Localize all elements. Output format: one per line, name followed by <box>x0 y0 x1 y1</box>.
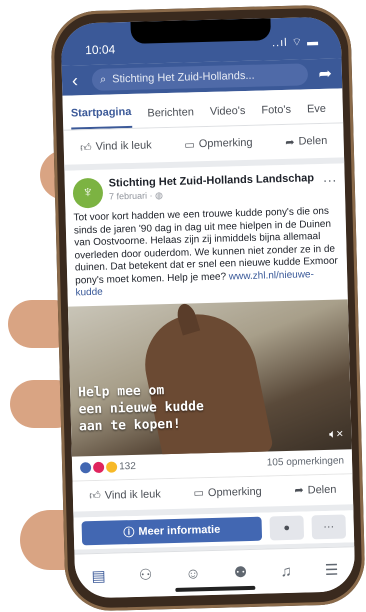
post-like-label: Vind ik leuk <box>104 487 161 502</box>
overlay-line-2: een nieuwe kudde <box>78 398 204 417</box>
search-icon: ⌕ <box>99 73 107 86</box>
avatar[interactable]: ♆ <box>72 177 104 209</box>
video-overlay-text: Help mee om een nieuwe kudde aan te kope… <box>78 381 205 435</box>
love-reaction-icon <box>92 461 105 474</box>
menu-icon[interactable]: ☰ <box>325 561 339 579</box>
post-meta: Stichting Het Zuid-Hollands Landschap 7 … <box>109 172 324 203</box>
messenger-button[interactable]: ● <box>269 515 305 540</box>
share-button[interactable]: ➦ Delen <box>285 134 328 149</box>
post-share-button[interactable]: ➦ Delen <box>294 483 336 497</box>
bottom-navigation: ▤ ⚇ ☺ ⚉ ♫ ☰ <box>74 546 356 599</box>
post-video[interactable]: Help mee om een nieuwe kudde aan te kope… <box>67 298 352 457</box>
post-like-button[interactable]: 👍︎ Vind ik leuk <box>89 487 161 502</box>
home-indicator <box>175 585 256 592</box>
tab-startpagina[interactable]: Startpagina <box>70 105 132 130</box>
overlay-line-3: aan te kopen! <box>78 416 181 434</box>
post-text: Tot voor kort hadden we een trouwe kudde… <box>65 205 347 306</box>
tab-videos[interactable]: Video's <box>210 105 246 126</box>
post-comment-button[interactable]: ▭ Opmerking <box>193 485 262 500</box>
more-dots-icon[interactable]: ··· <box>322 172 336 188</box>
messenger-icon: ● <box>283 521 291 534</box>
tab-fotos[interactable]: Foto's <box>261 104 291 125</box>
post-header: ♆ Stichting Het Zuid-Hollands Landschap … <box>64 163 345 212</box>
comment-button[interactable]: ▭ Opmerking <box>184 136 253 151</box>
share-icon: ➦ <box>285 136 295 149</box>
comment-icon: ▭ <box>193 487 205 500</box>
horse-image <box>136 303 274 457</box>
thumbs-up-icon: 👍︎ <box>89 489 101 503</box>
status-bar: 10:04 ..ıl ⌔ ▬ <box>60 16 342 66</box>
comments-count[interactable]: 105 opmerkingen <box>267 455 345 468</box>
post-date-text: 7 februari · <box>108 190 156 202</box>
share-arrow-icon[interactable]: ➦ <box>308 64 333 85</box>
cta-row: ⓘ Meer informatie ● ··· <box>73 509 355 550</box>
system-icons: ..ıl ⌔ ▬ <box>271 36 320 50</box>
tab-events[interactable]: Eve <box>307 103 326 123</box>
profile-icon[interactable]: ☺ <box>185 565 201 582</box>
phone-frame: 10:04 ..ıl ⌔ ▬ ‹ ⌕ Stichting Het Zuid-Ho… <box>50 4 366 612</box>
back-arrow-icon[interactable]: ‹ <box>72 69 93 91</box>
post: ♆ Stichting Het Zuid-Hollands Landschap … <box>64 163 355 550</box>
more-info-label: Meer informatie <box>138 523 221 538</box>
share-label: Delen <box>298 134 328 148</box>
search-text: Stichting Het Zuid-Hollands... <box>111 69 255 86</box>
mute-icon[interactable]: 🔈︎× <box>329 426 344 441</box>
post-comment-label: Opmerking <box>207 485 262 499</box>
globe-icon: ◍ <box>154 190 164 201</box>
notch <box>130 18 272 44</box>
like-label: Vind ik leuk <box>95 139 152 153</box>
like-reaction-icon <box>79 462 92 474</box>
comment-icon: ▭ <box>184 138 195 152</box>
more-dots-icon: ··· <box>323 520 335 533</box>
phone-screen: 10:04 ..ıl ⌔ ▬ ‹ ⌕ Stichting Het Zuid-Ho… <box>60 16 356 599</box>
news-feed-icon[interactable]: ▤ <box>91 567 106 585</box>
groups-icon[interactable]: ⚉ <box>234 563 248 581</box>
search-input[interactable]: ⌕ Stichting Het Zuid-Hollands... <box>91 63 309 91</box>
info-icon: ⓘ <box>123 526 135 539</box>
share-icon: ➦ <box>294 484 304 497</box>
friends-icon[interactable]: ⚇ <box>139 566 153 584</box>
more-info-button[interactable]: ⓘ Meer informatie <box>81 516 263 545</box>
thumbs-up-icon: 👍︎ <box>79 141 92 154</box>
comment-label: Opmerking <box>198 136 253 151</box>
reaction-summary[interactable]: 132 <box>79 460 136 474</box>
reaction-count: 132 <box>118 460 136 473</box>
tab-berichten[interactable]: Berichten <box>147 106 194 127</box>
post-share-label: Delen <box>307 483 337 496</box>
more-options-button[interactable]: ··· <box>311 513 347 539</box>
wow-reaction-icon <box>105 461 118 473</box>
like-button[interactable]: 👍︎ Vind ik leuk <box>79 139 152 154</box>
clock: 10:04 <box>85 42 116 58</box>
bell-icon[interactable]: ♫ <box>280 562 292 579</box>
